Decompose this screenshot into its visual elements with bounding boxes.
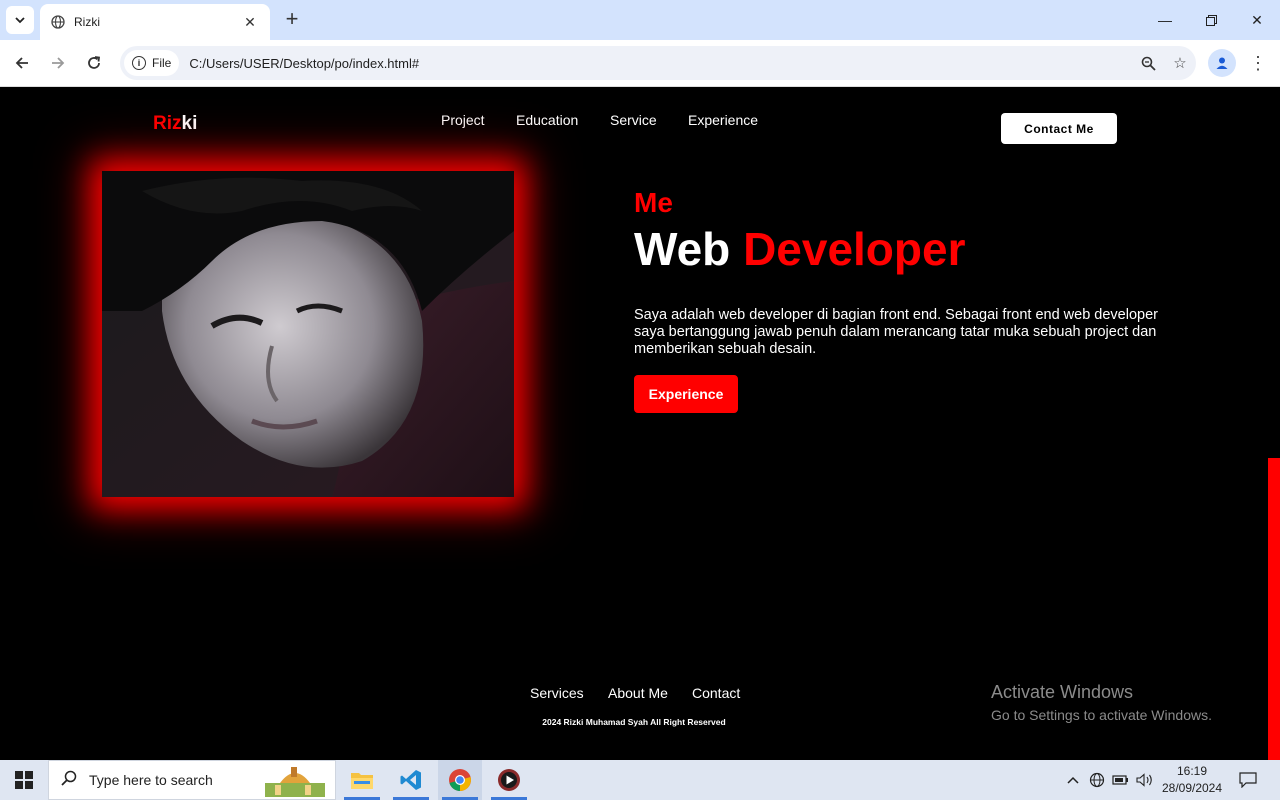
watermark-subtitle: Go to Settings to activate Windows. <box>991 707 1212 723</box>
folder-icon <box>351 773 373 789</box>
reload-icon <box>88 56 101 69</box>
arrow-left-icon <box>15 57 28 69</box>
profile-photo <box>102 171 514 497</box>
browser-toolbar: i File C:/Users/USER/Desktop/po/index.ht… <box>0 40 1280 87</box>
footer-link-about-me[interactable]: About Me <box>608 685 668 701</box>
more-menu-icon[interactable]: ⋮ <box>1248 49 1268 77</box>
restore-button[interactable] <box>1188 0 1234 40</box>
site-info-chip[interactable]: i File <box>124 50 180 76</box>
close-window-button[interactable]: ✕ <box>1234 0 1280 40</box>
nav-link-service[interactable]: Service <box>610 112 657 128</box>
watermark-title: Activate Windows <box>991 682 1134 702</box>
search-icon <box>61 770 81 791</box>
network-globe-icon[interactable] <box>1086 760 1108 800</box>
profile-avatar[interactable] <box>1208 49 1236 77</box>
vscode-icon <box>400 770 421 790</box>
hero-description: Saya adalah web developer di bagian fron… <box>634 307 1158 357</box>
scrollbar-thumb[interactable] <box>1268 458 1280 760</box>
chevron-down-icon <box>15 17 25 24</box>
new-tab-button[interactable]: + <box>280 8 304 32</box>
chevron-up-icon <box>1067 776 1079 784</box>
arrow-right-icon <box>52 57 65 69</box>
zoom-icon[interactable] <box>1132 50 1164 76</box>
hero-headline: Web Developer <box>634 222 966 276</box>
footer-link-services[interactable]: Services <box>530 685 584 701</box>
address-bar[interactable]: i File C:/Users/USER/Desktop/po/index.ht… <box>120 46 1196 80</box>
reload-button[interactable] <box>81 50 107 76</box>
taskbar-search-box[interactable]: Type here to search <box>48 760 336 800</box>
nav-link-project[interactable]: Project <box>441 112 485 128</box>
footer-link-contact[interactable]: Contact <box>692 685 740 701</box>
show-hidden-icons-button[interactable] <box>1062 760 1084 800</box>
nav-link-experience[interactable]: Experience <box>688 112 758 128</box>
bookmark-star-icon[interactable]: ☆ <box>1164 50 1196 76</box>
minimize-button[interactable]: — <box>1142 0 1188 40</box>
site-info-label: File <box>152 56 172 70</box>
taskbar-chrome[interactable] <box>438 760 482 800</box>
taskbar-clock[interactable]: 16:19 28/09/2024 <box>1156 763 1228 797</box>
back-button[interactable] <box>9 50 35 76</box>
search-placeholder: Type here to search <box>89 772 213 788</box>
activate-windows-watermark: Activate Windows Go to Settings to activ… <box>991 682 1212 723</box>
restore-icon <box>1205 14 1217 26</box>
search-highlight-icon <box>265 767 325 797</box>
contact-me-button[interactable]: Contact Me <box>1001 113 1117 144</box>
nav-link-education[interactable]: Education <box>516 112 578 128</box>
taskbar-file-explorer[interactable] <box>340 760 384 800</box>
volume-icon[interactable] <box>1134 760 1156 800</box>
start-button[interactable] <box>0 760 48 800</box>
hero-eyebrow: Me <box>634 187 673 218</box>
info-icon: i <box>132 56 146 70</box>
notification-icon[interactable] <box>1234 760 1262 800</box>
site-logo[interactable]: Rizki <box>153 113 197 135</box>
clock-time: 16:19 <box>1176 764 1208 778</box>
headline-red-word: Developer <box>743 223 966 275</box>
battery-icon[interactable] <box>1110 760 1132 800</box>
web-page: Rizki Project Education Service Experien… <box>0 87 1280 760</box>
clock-date: 28/09/2024 <box>1161 781 1223 795</box>
logo-red-part: Riz <box>153 113 182 134</box>
taskbar-media-player[interactable] <box>487 760 531 800</box>
chrome-icon <box>449 769 471 791</box>
headline-white-word: Web <box>634 223 731 275</box>
taskbar-vscode[interactable] <box>389 760 433 800</box>
experience-button[interactable]: Experience <box>634 375 738 413</box>
close-tab-icon[interactable]: ✕ <box>240 14 260 31</box>
windows-taskbar: Type here to search 16:19 28/09/2024 <box>0 760 1280 800</box>
forward-button[interactable] <box>45 50 71 76</box>
browser-tab-strip: Rizki ✕ + — ✕ <box>0 0 1280 40</box>
browser-tab[interactable]: Rizki ✕ <box>40 4 270 40</box>
play-icon <box>498 769 520 791</box>
globe-icon <box>50 14 66 30</box>
tab-title: Rizki <box>74 15 100 29</box>
url-text[interactable]: C:/Users/USER/Desktop/po/index.html# <box>189 56 1132 71</box>
person-icon <box>1216 57 1228 69</box>
windows-logo-icon <box>15 771 33 789</box>
logo-white-part: ki <box>181 113 198 134</box>
tab-search-button[interactable] <box>6 6 34 34</box>
